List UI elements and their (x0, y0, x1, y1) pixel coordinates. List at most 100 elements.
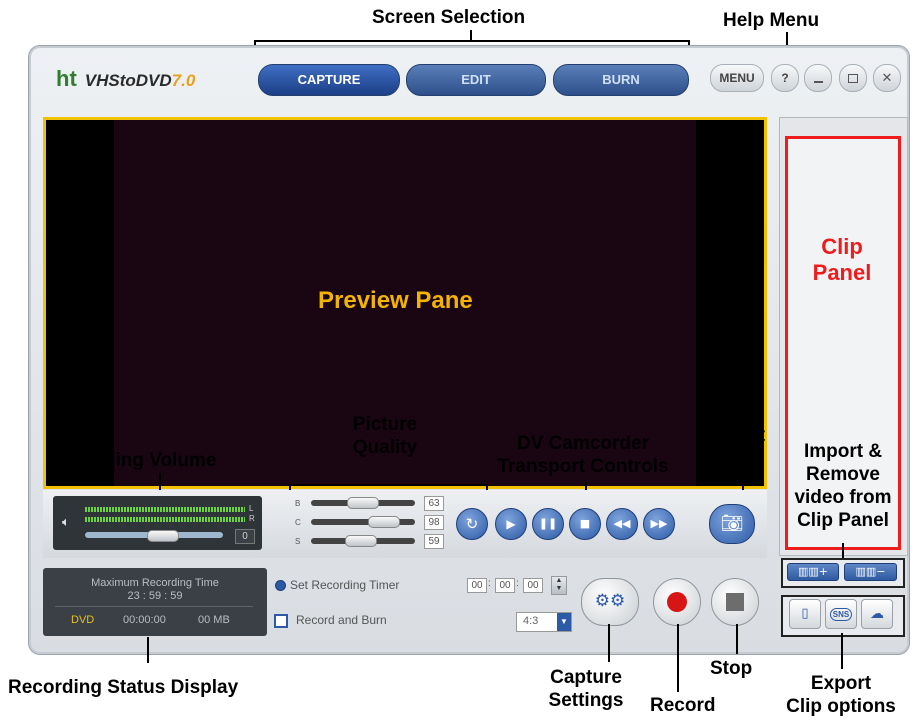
status-pointer (147, 637, 149, 663)
saturation-slider-knob[interactable] (345, 535, 377, 547)
spinner-up-icon: ▲ (555, 577, 563, 584)
still-shot-button[interactable]: 📷︎ (709, 504, 755, 544)
dv-play-button[interactable]: ▶ (495, 508, 527, 540)
play-icon: ▶ (506, 517, 516, 531)
tab-capture[interactable]: CAPTURE (258, 64, 400, 96)
timer-minutes[interactable]: 00 (495, 578, 515, 593)
status-elapsed: 00:00:00 (123, 614, 166, 626)
export-device-button[interactable]: ▯ (789, 599, 821, 629)
volume-slider-knob[interactable] (147, 530, 179, 542)
callout-record: Record (650, 695, 716, 716)
timer-hours[interactable]: 00 (467, 578, 487, 593)
film-add-icon: ▥▥+ (797, 565, 828, 578)
contrast-value: 98 (424, 515, 444, 530)
record-and-burn-checkbox[interactable] (274, 614, 288, 628)
stop-icon: ■ (579, 517, 591, 530)
record-pointer (677, 624, 679, 692)
recording-volume-panel: 🔈︎ L R 0 (53, 496, 262, 550)
export-pointer (841, 633, 843, 669)
export-cloud-button[interactable]: ☁ (861, 599, 893, 629)
status-max-time: 23 : 59 : 59 (127, 590, 183, 602)
callout-help-menu: Help Menu (723, 10, 820, 31)
reset-quality-button[interactable]: ↻ (456, 508, 488, 540)
sns-icon: SNS (829, 608, 853, 621)
fast-forward-icon: ▶▶ (650, 517, 668, 530)
device-icon: ▯ (801, 606, 809, 621)
dv-pause-button[interactable]: ❚❚ (532, 508, 564, 540)
callout-clip-panel: Clip Panel (812, 234, 872, 285)
callout-screen-selection: Screen Selection (372, 7, 526, 28)
meter-l-label: L (249, 504, 254, 513)
callout-export: Export Clip options (786, 673, 896, 717)
contrast-slider-knob[interactable] (368, 516, 400, 528)
rewind-icon: ◀◀ (613, 517, 631, 530)
status-divider (55, 606, 253, 607)
dv-stop-button[interactable]: ■ (569, 508, 601, 540)
capture-settings-button[interactable]: ⚙⚙ (581, 578, 639, 626)
app-logo: ht VHStoDVD7.0 (56, 66, 195, 92)
callout-stop: Stop (710, 658, 753, 679)
status-media: DVD (71, 614, 95, 626)
status-title: Maximum Recording Time (91, 577, 219, 589)
tab-edit[interactable]: EDIT (406, 64, 546, 96)
timer-sep-1: : (488, 578, 491, 589)
status-size: 00 MB (198, 614, 230, 626)
dv-rewind-button[interactable]: ◀◀ (606, 508, 638, 540)
callout-dv-transport: DV Camcorder Transport Controls (497, 433, 669, 477)
export-sns-button[interactable]: SNS (825, 599, 857, 629)
close-icon: ✕ (881, 70, 893, 85)
gears-icon: ⚙⚙ (594, 591, 626, 611)
volume-meter-right (85, 517, 245, 522)
recording-status-display: Maximum Recording Time 23 : 59 : 59 DVD … (43, 568, 267, 636)
tab-burn[interactable]: BURN (553, 64, 689, 96)
brightness-value: 63 (424, 496, 444, 511)
menu-button[interactable]: MENU (710, 64, 764, 92)
film-remove-icon: ▥▥− (855, 565, 886, 578)
meter-r-label: R (249, 514, 255, 523)
saturation-value: 59 (424, 534, 444, 549)
spinner-down-icon: ▼ (555, 585, 563, 592)
remove-clip-button[interactable]: ▥▥− (844, 563, 897, 581)
stop-square-icon (726, 593, 744, 611)
timer-seconds[interactable]: 00 (523, 578, 543, 593)
import-clip-button[interactable]: ▥▥+ (787, 563, 839, 581)
timer-spinner[interactable]: ▲ ▼ (551, 576, 567, 595)
callout-preview-pane: Preview Pane (318, 287, 473, 314)
logo-ht: ht (56, 66, 77, 91)
callout-picture-quality: Picture Quality (352, 414, 418, 458)
timer-sep-2: : (516, 578, 519, 589)
pause-icon: ❚❚ (538, 517, 558, 530)
record-icon (667, 592, 687, 612)
record-button[interactable] (653, 578, 701, 626)
callout-recording-volume: Recording Volume (50, 450, 217, 471)
reset-icon: ↻ (465, 515, 479, 533)
record-and-burn-label: Record and Burn (296, 613, 387, 627)
volume-meter-left (85, 507, 245, 512)
help-button[interactable]: ? (771, 64, 799, 92)
callout-capture-settings: Capture Settings (548, 667, 624, 711)
volume-value: 0 (235, 529, 255, 544)
minimize-button[interactable] (804, 64, 832, 92)
logo-name: VHStoDVD (84, 71, 172, 90)
set-timer-label: Set Recording Timer (290, 578, 400, 592)
aspect-value: 4:3 (523, 615, 539, 627)
maximize-icon (848, 74, 858, 84)
set-timer-radio[interactable] (275, 580, 286, 591)
maximize-button[interactable] (839, 64, 867, 92)
contrast-label: C (295, 518, 301, 527)
camera-icon: 📷︎ (720, 513, 744, 534)
screen-selection-bracket-stem (470, 30, 472, 42)
callout-import-remove: Import & Remove video from Clip Panel (794, 441, 892, 531)
import-pointer (842, 543, 844, 559)
chevron-down-icon: ▼ (557, 613, 571, 631)
callout-recording-status: Recording Status Display (8, 677, 239, 698)
aspect-select[interactable]: 4:3 ▼ (516, 612, 572, 632)
speaker-icon: 🔈︎ (62, 515, 70, 530)
minimize-icon (813, 80, 823, 83)
dv-forward-button[interactable]: ▶▶ (643, 508, 675, 540)
preview-letterbox-left (46, 120, 114, 486)
stop-button[interactable] (711, 578, 759, 626)
brightness-slider-knob[interactable] (347, 497, 379, 509)
callout-still-shot: Still Shot (722, 402, 766, 446)
close-button[interactable]: ✕ (873, 64, 901, 92)
